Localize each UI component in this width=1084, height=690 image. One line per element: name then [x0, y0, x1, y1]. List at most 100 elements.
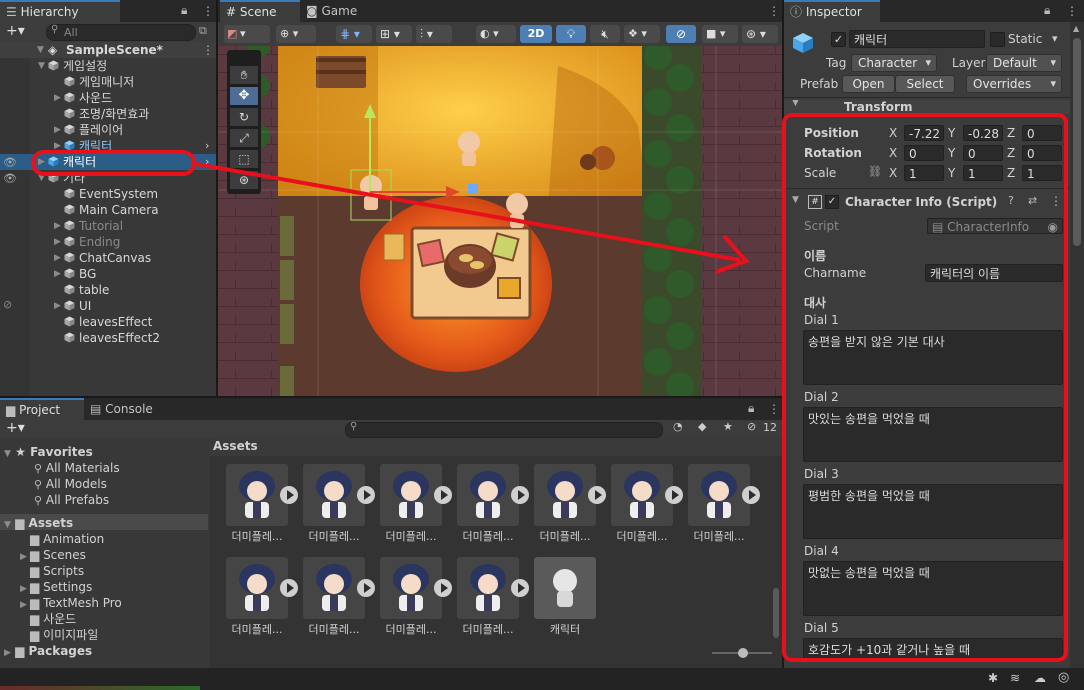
scene-kebab-icon[interactable]: ⋮: [202, 42, 214, 58]
play-animation-icon[interactable]: [665, 486, 683, 504]
hierarchy-item[interactable]: ▶ 캐릭터 ›: [0, 138, 216, 154]
expand-arrow-icon[interactable]: ▶: [54, 122, 61, 138]
increment-snap-button[interactable]: ⫶ ▾: [416, 25, 452, 43]
rotation-x-field[interactable]: 0: [904, 145, 944, 161]
asset-item[interactable]: 더미플레...: [457, 557, 529, 636]
asset-folder-item[interactable]: ▶ ▆ Settings: [20, 579, 92, 595]
grid-button[interactable]: ⊞ ▾: [376, 25, 412, 43]
collapse-arrow-icon[interactable]: ▼: [38, 58, 45, 74]
hierarchy-item[interactable]: 조명/화면효과: [0, 106, 216, 122]
dial-textarea[interactable]: 맛없는 송편을 먹었을 때: [803, 561, 1063, 616]
hierarchy-item[interactable]: table: [0, 282, 216, 298]
asset-item[interactable]: 더미플레...: [534, 464, 606, 543]
kebab-menu-icon[interactable]: ⋮: [1066, 4, 1078, 18]
scene-search-icon[interactable]: ⧉: [199, 24, 207, 38]
rotation-axis-label[interactable]: Z: [1007, 146, 1015, 160]
hierarchy-item[interactable]: ▼ 게임설정: [0, 58, 216, 74]
scale-axis-label[interactable]: Z: [1007, 166, 1015, 180]
asset-item[interactable]: 더미플레...: [226, 557, 298, 636]
asset-item[interactable]: 더미플레...: [380, 557, 452, 636]
transform-header[interactable]: ▼ Transform: [784, 100, 1070, 114]
prefab-select-button[interactable]: Select: [895, 75, 955, 93]
preset-icon[interactable]: ⇄: [1028, 194, 1037, 207]
charname-field[interactable]: 캐릭터의 이름: [925, 264, 1063, 282]
cloud-icon[interactable]: ☁︎: [1034, 671, 1046, 685]
expand-arrow-icon[interactable]: ▶: [54, 90, 61, 106]
position-axis-label[interactable]: X: [889, 126, 897, 140]
object-name-field[interactable]: 캐릭터: [849, 30, 985, 48]
asset-folder-item[interactable]: ▆ 사운드: [20, 611, 76, 627]
favorite-item[interactable]: ⚲ All Models: [34, 476, 107, 492]
object-picker-icon[interactable]: ◉: [1048, 219, 1058, 233]
position-y-field[interactable]: -0.28: [963, 125, 1003, 141]
inspector-scrollbar[interactable]: ▲: [1070, 22, 1084, 668]
asset-item[interactable]: 더미플레...: [226, 464, 298, 543]
hidden-eye-icon[interactable]: ⊘: [747, 420, 756, 433]
hierarchy-search-input[interactable]: ⚲ All: [46, 24, 196, 41]
layer-dropdown[interactable]: Default: [986, 54, 1062, 72]
prefab-open-button[interactable]: Open: [842, 75, 895, 93]
hierarchy-item[interactable]: ▶ Ending: [0, 234, 216, 250]
scroll-thumb[interactable]: [773, 588, 779, 638]
hierarchy-item[interactable]: EventSystem: [0, 186, 216, 202]
open-prefab-chevron-icon[interactable]: ›: [205, 138, 209, 154]
tab-scene[interactable]: # Scene: [220, 0, 304, 22]
position-x-field[interactable]: -7.22: [904, 125, 944, 141]
scene-viewport[interactable]: ✋︎ ✥ ↻ ⤢ ⬚ ⊛: [218, 46, 782, 396]
expand-arrow-icon[interactable]: ▶: [54, 234, 61, 250]
grid-scrollbar[interactable]: [772, 458, 780, 642]
filter-type-icon[interactable]: ◔: [673, 420, 683, 433]
asset-item[interactable]: 더미플레...: [457, 464, 529, 543]
transform-tool-icon[interactable]: ⊛: [230, 171, 258, 189]
tab-project[interactable]: ▆ Project: [0, 398, 84, 420]
hierarchy-item[interactable]: ▶ Tutorial: [0, 218, 216, 234]
rotation-axis-label[interactable]: X: [889, 146, 897, 160]
scene-kebab-menu-icon[interactable]: ⋮: [768, 4, 780, 18]
scale-x-field[interactable]: 1: [904, 165, 944, 181]
draw-mode-dropdown[interactable]: ▾ ◩: [224, 25, 270, 43]
asset-folder-item[interactable]: ▶ ▆ TextMesh Pro: [20, 595, 122, 611]
play-animation-icon[interactable]: [742, 486, 760, 504]
position-axis-label[interactable]: Y: [948, 126, 955, 140]
active-checkbox[interactable]: ✓: [831, 32, 846, 47]
dial-textarea[interactable]: 송편을 받지 않은 기본 대사: [803, 330, 1063, 385]
hierarchy-item[interactable]: ▶ 캐릭터 ›: [0, 154, 216, 170]
scene-root-row[interactable]: ▼ ◈ SampleScene* ⋮: [0, 42, 216, 58]
breadcrumb-assets[interactable]: Assets: [213, 439, 258, 453]
play-animation-icon[interactable]: [434, 579, 452, 597]
eye-icon[interactable]: 👁︎: [3, 172, 17, 185]
expand-arrow-icon[interactable]: ▶: [54, 298, 61, 314]
grid-snap-button[interactable]: ⋕ ▾: [336, 25, 372, 43]
scale-axis-label[interactable]: X: [889, 166, 897, 180]
hidden-objects-toggle[interactable]: ⊘: [666, 25, 696, 43]
lighting-toggle[interactable]: 💡︎: [556, 25, 586, 43]
kebab-menu-icon[interactable]: ⋮: [768, 402, 780, 416]
gizmos-dropdown[interactable]: ⊛ ▾: [742, 25, 778, 43]
scroll-up-icon[interactable]: ▲: [1073, 24, 1079, 33]
asset-folder-item[interactable]: ▆ 이미지파일: [20, 627, 98, 643]
help-icon[interactable]: ?: [1008, 194, 1014, 207]
tab-game[interactable]: ◙ Game: [300, 0, 372, 22]
lock-icon[interactable]: 🔒︎: [181, 3, 187, 18]
play-animation-icon[interactable]: [280, 579, 298, 597]
play-animation-icon[interactable]: [511, 486, 529, 504]
kebab-menu-icon[interactable]: ⋮: [202, 4, 214, 18]
dial-textarea[interactable]: 맛있는 송편을 먹었을 때: [803, 407, 1063, 462]
component-kebab-icon[interactable]: ⋮: [1050, 194, 1062, 208]
zoom-slider[interactable]: [712, 648, 772, 658]
camera-dropdown[interactable]: ■ ▾: [702, 25, 738, 43]
zoom-slider-thumb[interactable]: [738, 648, 748, 658]
collapse-arrow-icon[interactable]: ▼: [38, 170, 45, 186]
play-animation-icon[interactable]: [280, 486, 298, 504]
globe-dropdown[interactable]: ⊕ ▾: [276, 25, 316, 43]
asset-folder-item[interactable]: ▶ ▆ Scenes: [20, 547, 86, 563]
play-animation-icon[interactable]: [588, 486, 606, 504]
favorite-item[interactable]: ⚲ All Materials: [34, 460, 120, 476]
asset-item[interactable]: 캐릭터: [534, 557, 596, 636]
hierarchy-item[interactable]: leavesEffect2: [0, 330, 216, 346]
tab-inspector[interactable]: ⓘ Inspector: [784, 0, 880, 22]
hierarchy-item[interactable]: ▶ 플레이어: [0, 122, 216, 138]
scale-tool-icon[interactable]: ⤢: [230, 129, 258, 147]
label-icon[interactable]: ◆: [698, 420, 706, 433]
hierarchy-item[interactable]: ▶ ChatCanvas: [0, 250, 216, 266]
